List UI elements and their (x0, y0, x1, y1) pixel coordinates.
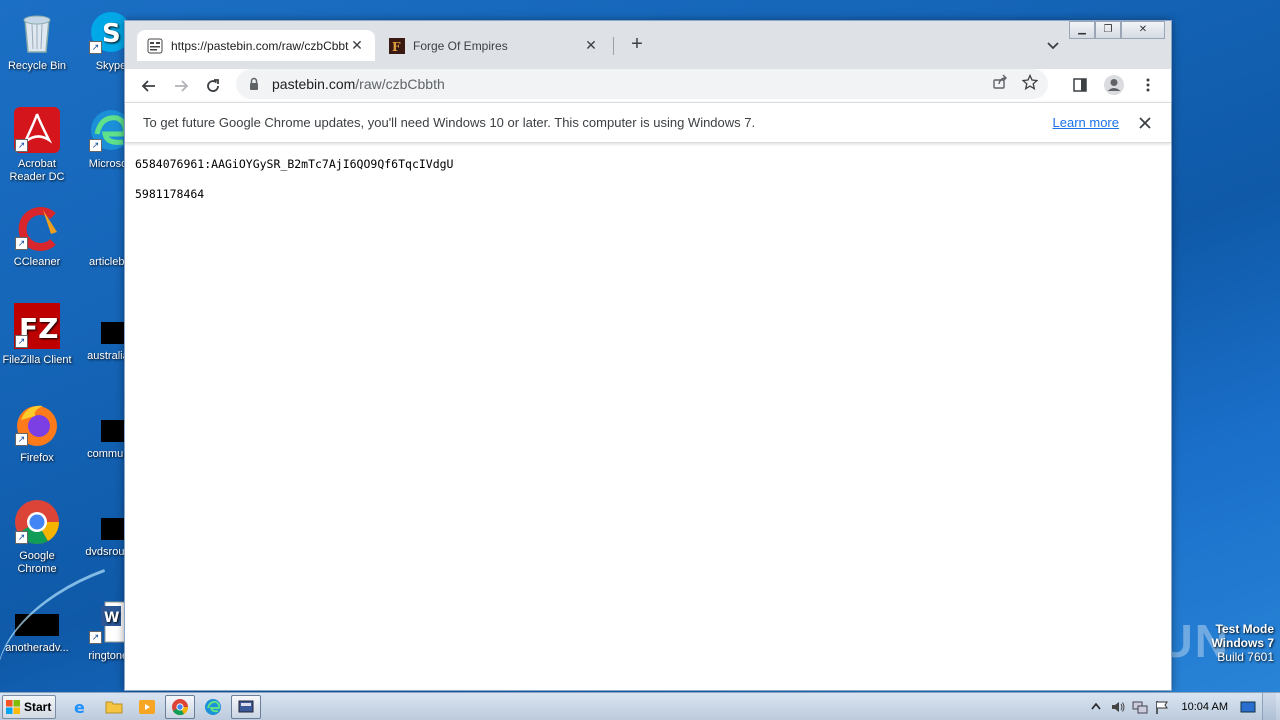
test-mode-line1: Test Mode (1215, 622, 1274, 636)
update-infobar: To get future Google Chrome updates, you… (125, 102, 1171, 143)
shortcut-arrow-icon: ↗ (15, 433, 28, 446)
back-button[interactable] (135, 72, 163, 100)
taskbar-chrome-button[interactable] (165, 694, 195, 719)
learn-more-link[interactable]: Learn more (1053, 115, 1119, 130)
raw-text-line: 5981178464 (135, 187, 205, 201)
desktop-icon-ccleaner[interactable]: ↗ CCleaner (0, 204, 74, 269)
profile-avatar-icon[interactable] (1101, 72, 1127, 98)
desktop-icon-label: Acrobat Reader DC (9, 158, 65, 183)
show-hidden-icons-icon[interactable] (1088, 699, 1104, 715)
forward-button[interactable] (167, 72, 195, 100)
taskbar: Start e 10:04 AM (0, 692, 1280, 720)
more-menu-icon[interactable] (1135, 72, 1161, 98)
url-host: pastebin.com (272, 76, 356, 92)
tab-search-chevron-icon[interactable] (1043, 35, 1063, 55)
shortcut-arrow-icon: ↗ (15, 237, 28, 250)
taskbar-ie-button[interactable]: e (66, 695, 96, 719)
window-controls: ▁ ❐ ✕ (1069, 21, 1165, 39)
tab-separator (613, 37, 614, 55)
desktop-icon-label: Recycle Bin (7, 60, 67, 72)
new-tab-button[interactable]: + (625, 33, 649, 57)
bookmark-star-icon[interactable] (1021, 73, 1039, 95)
lock-icon (246, 76, 262, 92)
recycle-bin-icon (13, 8, 61, 56)
chrome-window: https://pastebin.com/raw/czbCbbth ✕ F Fo… (124, 20, 1172, 691)
chrome-icon (172, 698, 189, 715)
filezilla-icon: FZ ↗ (13, 302, 61, 350)
reload-icon (207, 78, 219, 92)
tab-close-icon[interactable]: ✕ (583, 37, 599, 54)
url-path: /raw/czbCbbth (355, 76, 445, 92)
tab-pastebin[interactable]: https://pastebin.com/raw/czbCbbth ✕ (137, 30, 375, 61)
desktop-icon-label: FileZilla Client (2, 354, 72, 366)
test-mode-notice: Test Mode Windows 7 Build 7601 (1211, 622, 1274, 664)
media-player-icon (139, 699, 155, 714)
shortcut-arrow-icon: ↗ (15, 531, 28, 544)
desktop-icon-acrobat[interactable]: ↗ Acrobat Reader DC (0, 106, 74, 184)
reload-button[interactable] (199, 72, 227, 100)
shortcut-arrow-icon: ↗ (89, 139, 102, 152)
notification-icon[interactable] (1240, 699, 1256, 715)
start-label: Start (24, 699, 52, 714)
tab-close-icon[interactable]: ✕ (349, 37, 365, 54)
taskbar-edge-button[interactable] (198, 695, 228, 719)
taskbar-explorer-button[interactable] (99, 695, 129, 719)
desktop-icon-label: Firefox (20, 452, 54, 464)
start-button[interactable]: Start (2, 694, 56, 719)
window-app-icon (238, 700, 254, 712)
taskbar-media-player-button[interactable] (132, 695, 162, 719)
edge-icon (205, 698, 221, 715)
tab-title: https://pastebin.com/raw/czbCbbth (171, 38, 349, 53)
shortcut-arrow-icon: ↗ (15, 139, 28, 152)
tab-title: Forge Of Empires (413, 38, 508, 53)
system-tray: 10:04 AM (1088, 693, 1280, 720)
forge-favicon-icon: F (389, 37, 405, 54)
windows-logo-icon (5, 699, 21, 715)
desktop-icon-firefox[interactable]: ↗ Firefox (0, 400, 74, 465)
toolbar-right (1067, 72, 1161, 98)
desktop-icon-chrome[interactable]: ↗ Google Chrome (0, 498, 74, 576)
browser-toolbar: pastebin.com/raw/czbCbbth (125, 69, 1171, 102)
ccleaner-icon: ↗ (13, 204, 61, 252)
desktop-icon-label: CCleaner (13, 256, 61, 268)
infobar-close-icon[interactable] (1137, 115, 1153, 131)
page-content: 6584076961:AAGiOYGySR_B2mTc7AjI6QO9Qf6Tq… (125, 143, 1171, 231)
raw-text-line: 6584076961:AAGiOYGySR_B2mTc7AjI6QO9Qf6Tq… (135, 157, 454, 171)
svg-text:e: e (74, 698, 85, 716)
svg-text:F: F (392, 40, 401, 54)
forward-arrow-icon (175, 79, 189, 92)
shortcut-arrow-icon: ↗ (15, 335, 28, 348)
address-bar[interactable]: pastebin.com/raw/czbCbbth (236, 69, 1048, 99)
pastebin-favicon-icon (147, 38, 163, 54)
minimize-button[interactable]: ▁ (1069, 21, 1095, 39)
acrobat-icon: ↗ (13, 106, 61, 154)
desktop-icon-filezilla[interactable]: FZ ↗ FileZilla Client (0, 302, 74, 367)
shortcut-arrow-icon: ↗ (89, 41, 102, 54)
desktop-icon-label: Google Chrome (17, 550, 57, 575)
taskbar-app-button[interactable] (231, 694, 261, 719)
clock[interactable]: 10:04 AM (1182, 701, 1228, 713)
chrome-icon: ↗ (13, 498, 61, 546)
test-mode-line3: Build 7601 (1217, 650, 1274, 664)
action-center-flag-icon[interactable] (1154, 699, 1170, 715)
test-mode-line2: Windows 7 (1211, 636, 1274, 650)
wallpaper-swoosh (0, 568, 132, 692)
tab-strip: https://pastebin.com/raw/czbCbbth ✕ F Fo… (125, 21, 1171, 69)
show-desktop-button[interactable] (1262, 693, 1276, 720)
folder-icon (105, 701, 123, 713)
tab-forge-of-empires[interactable]: F Forge Of Empires ✕ (379, 30, 609, 61)
volume-icon[interactable] (1110, 699, 1126, 715)
restore-button[interactable]: ❐ (1095, 21, 1121, 39)
side-panel-icon[interactable] (1067, 72, 1093, 98)
network-icon[interactable] (1132, 699, 1148, 715)
close-window-button[interactable]: ✕ (1121, 21, 1165, 39)
share-icon[interactable] (992, 74, 1008, 95)
internet-explorer-icon: e (74, 698, 85, 716)
back-arrow-icon (141, 79, 155, 92)
infobar-message: To get future Google Chrome updates, you… (143, 115, 756, 130)
firefox-icon: ↗ (13, 400, 61, 448)
svg-text:S: S (102, 19, 121, 49)
desktop-icon-recycle-bin[interactable]: Recycle Bin (0, 8, 74, 73)
